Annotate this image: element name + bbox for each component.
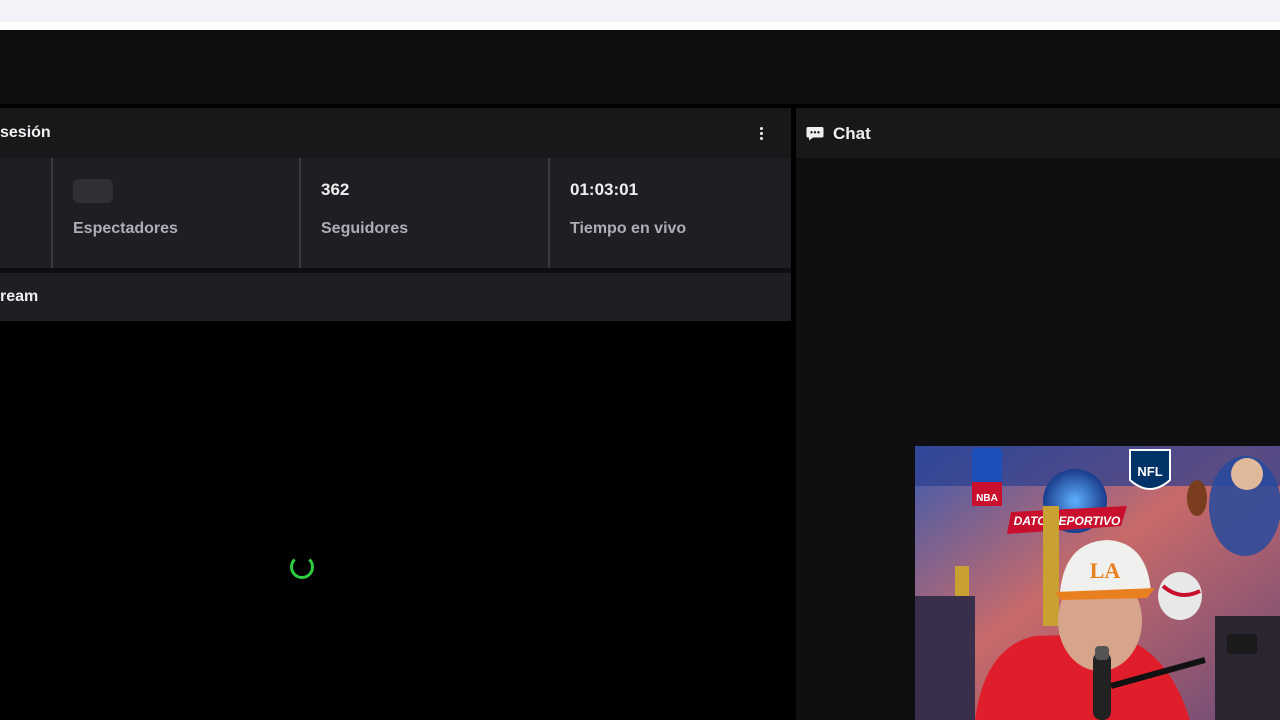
stat-followers: 362 Seguidores [299, 158, 548, 268]
session-panel: sesión Espectadores 362 Seguidores 01:03… [0, 108, 791, 268]
stat-value: 362 [321, 180, 350, 199]
svg-text:DATO DEPORTIVO: DATO DEPORTIVO [1014, 514, 1121, 528]
stream-title: ream [0, 288, 39, 305]
stat-live-time: 01:03:01 Tiempo en vivo [548, 158, 791, 268]
stream-header: ream [0, 273, 791, 321]
stat-label: Espectadores [73, 220, 178, 237]
session-title: sesión [0, 124, 51, 141]
browser-top-strip [0, 0, 1280, 30]
svg-text:NFL: NFL [1137, 464, 1162, 479]
session-stats: Espectadores 362 Seguidores 01:03:01 Tie… [0, 158, 791, 268]
svg-text:NBA: NBA [976, 493, 998, 504]
webcam-scene: NBA NFL DATO DEPORTIVO LA [915, 446, 1280, 720]
stat-label: Tiempo en vivo [570, 220, 687, 237]
chat-bubble-icon [806, 127, 824, 141]
chat-title: Chat [833, 124, 871, 143]
chat-header: Chat [796, 108, 1280, 158]
stat-value: 01:03:01 [570, 180, 639, 199]
top-navbar [0, 30, 1280, 104]
viewers-value-placeholder [73, 179, 113, 203]
stat-viewers: Espectadores [51, 158, 300, 268]
stat-label: Seguidores [321, 220, 409, 237]
more-options-icon[interactable] [752, 122, 770, 144]
stream-preview [0, 321, 795, 720]
webcam-overlay: NBA NFL DATO DEPORTIVO LA [915, 446, 1280, 720]
svg-text:LA: LA [1090, 558, 1121, 583]
session-header: sesión [0, 108, 791, 158]
loading-spinner-icon [290, 555, 314, 579]
